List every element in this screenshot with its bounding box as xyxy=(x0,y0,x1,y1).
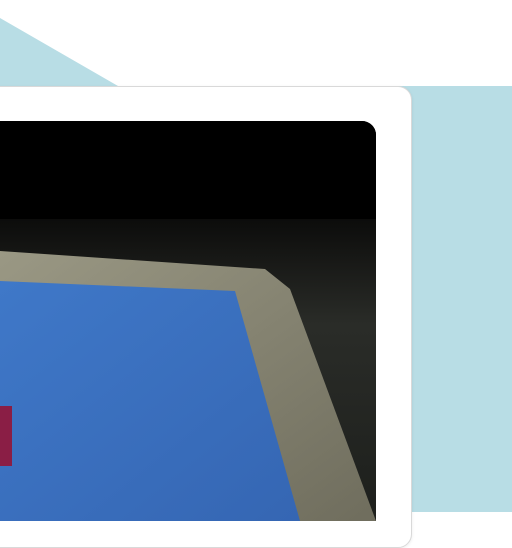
monitor-photo xyxy=(0,121,376,521)
video-thumbnail[interactable] xyxy=(0,121,376,521)
screen-red-element xyxy=(0,406,12,466)
top-bar xyxy=(0,121,376,219)
